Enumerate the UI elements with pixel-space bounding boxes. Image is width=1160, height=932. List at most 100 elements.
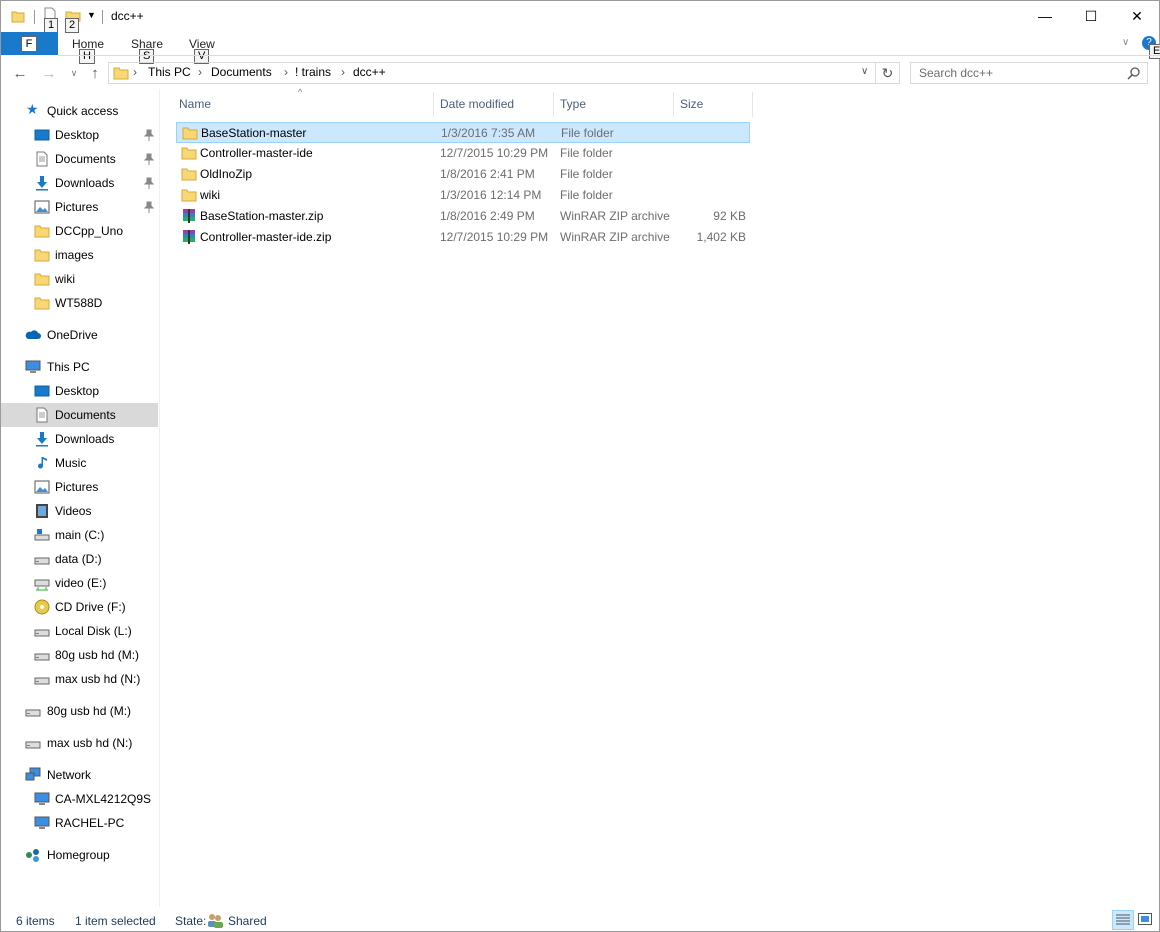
folder-icon bbox=[34, 297, 50, 310]
nav-this-pc[interactable]: This PC bbox=[1, 355, 158, 379]
search-icon[interactable] bbox=[1127, 66, 1141, 80]
chevron-right-icon[interactable]: › bbox=[284, 65, 288, 79]
this-pc-item[interactable]: max usb hd (N:) bbox=[1, 667, 158, 691]
column-divider[interactable] bbox=[673, 92, 674, 117]
ribbon-expand-icon[interactable]: ∨ bbox=[1122, 37, 1129, 48]
quick-access-item[interactable]: Documents bbox=[1, 147, 158, 171]
maximize-icon: ☐ bbox=[1084, 7, 1098, 24]
quick-access-item[interactable]: images bbox=[1, 243, 158, 267]
up-arrow-icon: ↑ bbox=[91, 64, 99, 82]
quick-access-item[interactable]: Downloads bbox=[1, 171, 158, 195]
this-pc-item[interactable]: Music bbox=[1, 451, 158, 475]
file-tab-keytip: F bbox=[21, 36, 37, 52]
nav-network[interactable]: Network bbox=[1, 763, 158, 787]
large-icons-view-button[interactable] bbox=[1135, 910, 1157, 930]
quick-access-item[interactable]: WT588D bbox=[1, 291, 158, 315]
this-pc-item[interactable]: Downloads bbox=[1, 427, 158, 451]
close-icon: ✕ bbox=[1131, 7, 1143, 24]
drive-icon bbox=[34, 677, 50, 685]
chevron-right-icon[interactable]: › bbox=[133, 65, 137, 79]
maximize-button[interactable]: ☐ bbox=[1068, 1, 1114, 31]
nav-root-max-usb[interactable]: max usb hd (N:) bbox=[1, 731, 158, 755]
pin-icon[interactable] bbox=[144, 201, 154, 213]
help-keytip: E bbox=[1149, 44, 1160, 59]
quick-access-item[interactable]: DCCpp_Uno bbox=[1, 219, 158, 243]
folder-icon bbox=[34, 249, 50, 262]
breadcrumb-this-pc[interactable]: This PC bbox=[148, 65, 191, 79]
status-bar: 6 items 1 item selected State: Shared bbox=[1, 907, 1159, 932]
pin-icon[interactable] bbox=[144, 177, 154, 189]
file-row[interactable]: BaseStation-master 1/3/2016 7:35 AM File f… bbox=[176, 122, 750, 143]
file-date: 12/7/2015 10:29 PM bbox=[440, 230, 549, 244]
network-item[interactable]: CA-MXL4212Q9S bbox=[1, 787, 158, 811]
file-row[interactable]: BaseStation-master.zip 1/8/2016 2:49 PM Wi… bbox=[176, 206, 750, 227]
this-pc-item[interactable]: 80g usb hd (M:) bbox=[1, 643, 158, 667]
homegroup-icon bbox=[26, 849, 39, 862]
nav-label: data (D:) bbox=[55, 552, 102, 566]
file-size: 1,402 KB bbox=[696, 230, 746, 244]
chevron-right-icon[interactable]: › bbox=[198, 65, 202, 79]
column-header-size[interactable]: Size bbox=[680, 97, 703, 122]
file-row[interactable]: wiki 1/3/2016 12:14 PM File folder bbox=[176, 185, 750, 206]
nav-homegroup[interactable]: Homegroup bbox=[1, 843, 158, 867]
file-row[interactable]: OldInoZip 1/8/2016 2:41 PM File folder bbox=[176, 164, 750, 185]
title-separator bbox=[102, 10, 103, 24]
recent-locations-button[interactable]: ∨ bbox=[64, 63, 84, 83]
address-history-icon[interactable]: ∨ bbox=[861, 66, 868, 77]
column-divider[interactable] bbox=[752, 92, 753, 117]
this-pc-item[interactable]: data (D:) bbox=[1, 547, 158, 571]
refresh-button[interactable]: ↻ bbox=[876, 62, 900, 84]
this-pc-item[interactable]: Documents bbox=[1, 403, 158, 427]
network-icon bbox=[25, 767, 41, 781]
back-button[interactable]: ← bbox=[10, 63, 30, 83]
this-pc-item[interactable]: Pictures bbox=[1, 475, 158, 499]
network-item[interactable]: RACHEL-PC bbox=[1, 811, 158, 835]
nav-onedrive[interactable]: OneDrive bbox=[1, 323, 158, 347]
close-button[interactable]: ✕ bbox=[1114, 1, 1160, 31]
column-header-type[interactable]: Type bbox=[560, 97, 586, 122]
pin-icon[interactable] bbox=[144, 153, 154, 165]
pin-icon[interactable] bbox=[144, 129, 154, 141]
drive-icon bbox=[34, 653, 50, 661]
breadcrumb-documents[interactable]: Documents bbox=[211, 65, 272, 79]
column-header-name[interactable]: Name bbox=[179, 97, 211, 122]
column-header-date[interactable]: Date modified bbox=[440, 97, 514, 122]
breadcrumb-dccpp[interactable]: dcc++ bbox=[353, 65, 386, 79]
quick-access-item[interactable]: Desktop bbox=[1, 123, 158, 147]
file-row[interactable]: Controller-master-ide 12/7/2015 10:29 PM F… bbox=[176, 143, 750, 164]
column-divider[interactable] bbox=[553, 92, 554, 117]
address-bar[interactable]: › This PC › Documents › ! trains › dcc++… bbox=[108, 62, 876, 84]
details-view-button[interactable] bbox=[1112, 910, 1134, 930]
drive-icon bbox=[34, 557, 50, 565]
nav-label: 80g usb hd (M:) bbox=[47, 704, 132, 718]
chevron-right-icon[interactable]: › bbox=[341, 65, 345, 79]
column-divider[interactable] bbox=[433, 92, 434, 117]
tab-home-keytip: H bbox=[79, 49, 95, 64]
this-pc-item[interactable]: Desktop bbox=[1, 379, 158, 403]
nav-root-80g-usb[interactable]: 80g usb hd (M:) bbox=[1, 699, 158, 723]
this-pc-item[interactable]: Videos bbox=[1, 499, 158, 523]
nav-label: Downloads bbox=[55, 176, 115, 190]
up-button[interactable]: ↑ bbox=[85, 63, 105, 83]
file-row[interactable]: Controller-master-ide.zip 12/7/2015 10:29… bbox=[176, 227, 750, 248]
nav-label: Local Disk (L:) bbox=[55, 624, 132, 638]
downloads-icon bbox=[36, 176, 48, 191]
star-icon: ★ bbox=[26, 101, 39, 117]
nav-quick-access[interactable]: ★ Quick access bbox=[1, 99, 158, 123]
back-arrow-icon: ← bbox=[12, 64, 28, 82]
breadcrumb-trains[interactable]: ! trains bbox=[295, 65, 331, 79]
search-input[interactable]: Search dcc++ bbox=[919, 66, 993, 80]
this-pc-item[interactable]: video (E:) bbox=[1, 571, 158, 595]
search-box[interactable]: Search dcc++ bbox=[910, 62, 1148, 84]
customize-qat-icon[interactable]: ▼ bbox=[87, 10, 96, 20]
music-icon bbox=[38, 457, 47, 469]
forward-button[interactable]: → bbox=[39, 63, 59, 83]
this-pc-item[interactable]: CD Drive (F:) bbox=[1, 595, 158, 619]
this-pc-item[interactable]: Local Disk (L:) bbox=[1, 619, 158, 643]
minimize-button[interactable]: — bbox=[1022, 1, 1068, 31]
quick-access-item[interactable]: wiki bbox=[1, 267, 158, 291]
desktop-icon bbox=[34, 129, 50, 141]
this-pc-item[interactable]: main (C:) bbox=[1, 523, 158, 547]
nav-label: CA-MXL4212Q9S bbox=[55, 792, 152, 806]
quick-access-item[interactable]: Pictures bbox=[1, 195, 158, 219]
